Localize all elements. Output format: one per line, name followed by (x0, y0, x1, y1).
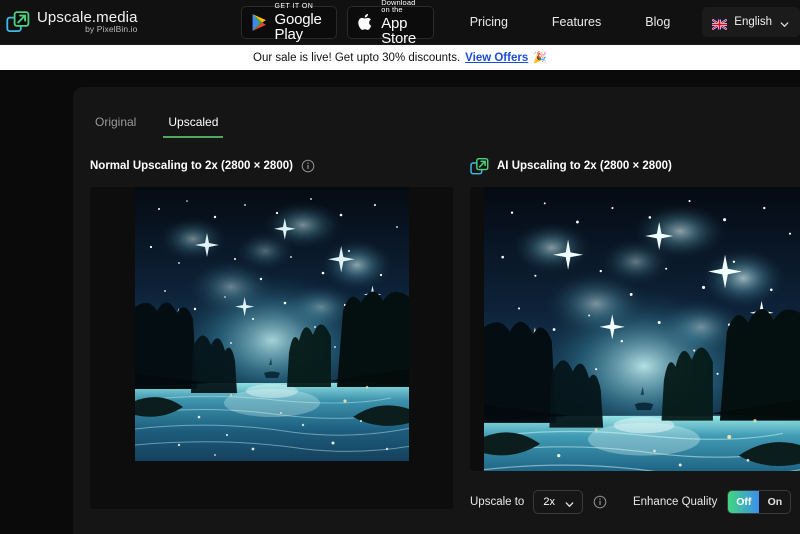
comparison-columns: Normal Upscaling to 2x (2800 × 2800) AI … (73, 156, 800, 509)
upscale-controls: Upscale to 2x Enhance Quality Off On (470, 490, 800, 514)
chevron-down-icon (564, 497, 575, 508)
app-root: Upscale.media by PixelBin.io GET IT ON G… (0, 0, 800, 534)
normal-upscaling-image-frame (90, 187, 453, 509)
sale-banner: Our sale is live! Get upto 30% discounts… (0, 45, 800, 70)
chevron-down-icon (779, 17, 790, 28)
language-label: English (734, 16, 772, 28)
brand-logo-link[interactable]: Upscale.media by PixelBin.io (0, 8, 138, 35)
ai-upscaling-panel: AI Upscaling to 2x (2800 × 2800) (470, 156, 800, 509)
upscale-to-label: Upscale to (470, 496, 525, 508)
apple-logo-icon (357, 11, 374, 33)
party-popper-icon: 🎉 (533, 52, 547, 64)
nav-link-features[interactable]: Features (530, 15, 623, 29)
app-store-big-label: App Store (381, 14, 417, 47)
nav-link-pricing[interactable]: Pricing (448, 15, 530, 29)
upscale-info-icon[interactable] (593, 495, 607, 509)
enhance-quality-label: Enhance Quality (632, 496, 718, 508)
view-tabs: Original Upscaled (73, 87, 800, 138)
enhance-quality-toggle[interactable]: Off On (727, 490, 792, 514)
tab-upscaled[interactable]: Upscaled (163, 115, 224, 138)
brand-subtitle: by PixelBin.io (85, 24, 138, 35)
ai-upscaling-header: AI Upscaling to 2x (2800 × 2800) (470, 156, 800, 176)
app-store-buttons: GET IT ON Google Play Download on the Ap… (240, 0, 434, 46)
sale-banner-text: Our sale is live! Get upto 30% discounts… (253, 51, 461, 64)
normal-upscaling-title: Normal Upscaling to 2x (2800 × 2800) (90, 160, 293, 172)
content-panel: Original Upscaled Normal Upscaling to 2x… (73, 87, 800, 534)
primary-nav: Pricing Features Blog English (448, 7, 800, 37)
upscale-factor-value: 2x (543, 496, 555, 508)
brand-name: Upscale.media (37, 8, 138, 26)
google-play-big-label: Google Play (274, 10, 322, 43)
upscale-factor-select[interactable]: 2x (533, 490, 583, 514)
enhance-quality-off-option[interactable]: Off (728, 491, 760, 513)
ai-upscaling-title: AI Upscaling to 2x (2800 × 2800) (497, 160, 672, 172)
site-header: Upscale.media by PixelBin.io GET IT ON G… (0, 0, 800, 46)
normal-upscaling-header: Normal Upscaling to 2x (2800 × 2800) (90, 156, 453, 176)
tab-original[interactable]: Original (90, 115, 141, 138)
view-offers-link[interactable]: View Offers (465, 52, 528, 64)
starry-night-river-image-upscaled (483, 187, 800, 471)
google-play-icon (251, 11, 268, 33)
uk-flag-icon (711, 17, 728, 30)
ai-upscaling-image-frame (470, 187, 800, 471)
info-circle-icon[interactable] (301, 159, 315, 173)
upscale-expand-arrow-icon (470, 157, 489, 176)
normal-upscaling-panel: Normal Upscaling to 2x (2800 × 2800) (90, 156, 453, 509)
app-store-button[interactable]: Download on the App Store (347, 0, 434, 46)
google-play-small-label: GET IT ON (274, 2, 314, 10)
upscale-expand-arrow-icon (6, 10, 30, 34)
language-selector[interactable]: English (702, 7, 800, 37)
google-play-button[interactable]: GET IT ON Google Play (240, 2, 338, 43)
enhance-quality-on-option[interactable]: On (759, 491, 790, 513)
starry-night-river-image (134, 187, 409, 461)
app-store-small-label: Download on the (381, 0, 416, 14)
nav-link-blog[interactable]: Blog (623, 15, 692, 29)
